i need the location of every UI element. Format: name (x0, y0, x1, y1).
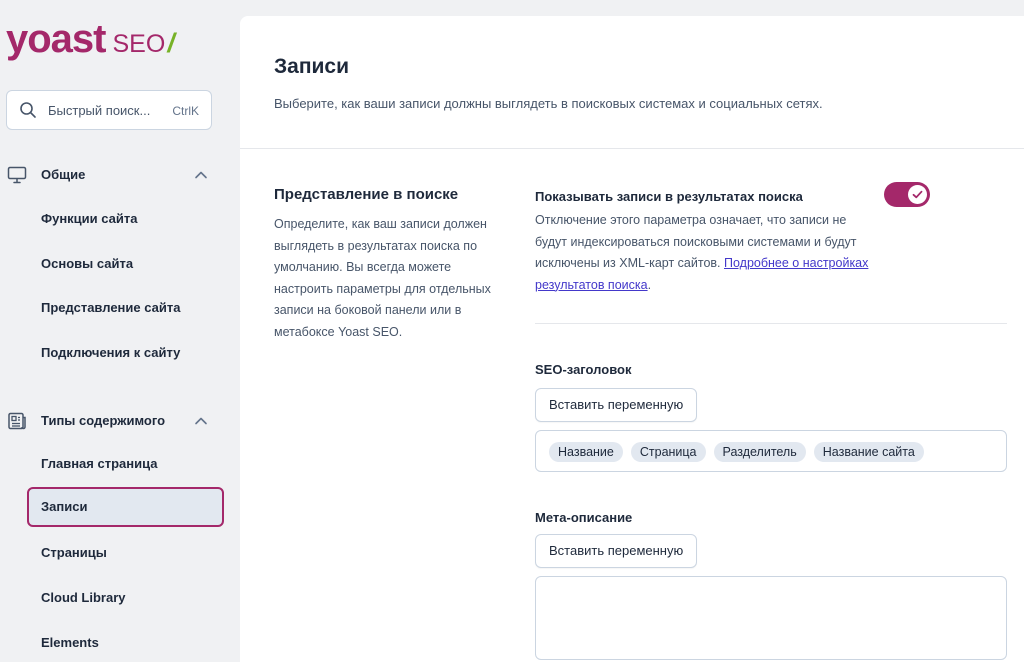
trailing-period: . (647, 277, 652, 292)
sidebar-item-elements[interactable]: Elements (27, 623, 224, 662)
show-in-search-description: Отключение этого параметра означает, что… (535, 210, 870, 296)
section-title: Представление в поиске (274, 186, 459, 203)
sidebar-item-site-basics[interactable]: Основы сайта (27, 244, 224, 284)
sidebar-item-label: Cloud Library (41, 590, 126, 605)
page-subtitle: Выберите, как ваши записи должны выгляде… (274, 96, 823, 111)
show-in-search-label: Показывать записи в результатах поиска (535, 189, 803, 204)
variable-chip[interactable]: Разделитель (713, 442, 806, 462)
seo-title-field[interactable]: Название Страница Разделитель Название с… (535, 430, 1007, 472)
sidebar-item-homepage[interactable]: Главная страница (27, 444, 224, 484)
main-panel: Записи Выберите, как ваши записи должны … (240, 16, 1024, 662)
sidebar-item-label: Подключения к сайту (41, 345, 181, 360)
sidebar-item-label: Главная страница (41, 456, 158, 471)
section-description: Определите, как ваш записи должен выгляд… (274, 217, 491, 339)
sidebar-item-label: Функции сайта (41, 211, 138, 226)
sidebar-item-label: Записи (41, 499, 88, 514)
variable-chip[interactable]: Название (549, 442, 623, 462)
seo-title-insert-variable-button[interactable]: Вставить переменную (535, 388, 698, 422)
nav-group-label: Общие (41, 167, 86, 182)
toggle-knob (908, 185, 927, 204)
page-title: Записи (274, 55, 350, 78)
seo-title-chips: Название Страница Разделитель Название с… (549, 442, 924, 462)
check-icon (912, 190, 923, 199)
sidebar-item-pages[interactable]: Страницы (27, 533, 224, 573)
variable-chip[interactable]: Название сайта (813, 442, 924, 462)
variable-chip[interactable]: Страница (630, 442, 706, 462)
chevron-up-icon[interactable] (194, 168, 208, 182)
seo-title-label: SEO-заголовок (535, 362, 632, 377)
divider (535, 323, 1007, 324)
sidebar-item-site-features[interactable]: Функции сайта (27, 199, 224, 239)
sidebar-item-label: Страницы (41, 545, 107, 560)
sidebar-item-posts[interactable]: Записи (27, 487, 224, 527)
nav-group-label: Типы содержимого (41, 413, 166, 428)
meta-description-insert-variable-button[interactable]: Вставить переменную (535, 534, 698, 568)
desktop-icon (7, 166, 27, 184)
search-shortcut: CtrlK (172, 104, 199, 118)
meta-description-label: Мета-описание (535, 510, 633, 525)
logo-seo-text: SEO (112, 30, 166, 58)
nav-group-general[interactable]: Общие (0, 160, 240, 190)
logo-wordmark: yoast (6, 17, 106, 61)
sidebar-item-label: Основы сайта (41, 256, 134, 271)
search-placeholder: Быстрый поиск... (48, 103, 151, 118)
sidebar-item-site-representation[interactable]: Представление сайта (27, 288, 224, 328)
newspaper-icon (8, 412, 26, 430)
sidebar-item-label: Представление сайта (41, 300, 181, 315)
show-in-search-toggle[interactable] (884, 182, 930, 207)
sidebar: yoast SEO / Быстрый поиск... CtrlK Общие… (0, 0, 240, 662)
search-icon (20, 102, 36, 118)
yoast-seo-logo[interactable]: yoast SEO / (6, 14, 178, 64)
meta-description-field[interactable] (535, 576, 1007, 660)
divider (240, 148, 1024, 149)
nav-group-content-types[interactable]: Типы содержимого (0, 406, 240, 436)
quick-search-input[interactable]: Быстрый поиск... CtrlK (6, 90, 212, 130)
logo-slash: / (165, 28, 179, 58)
chevron-up-icon[interactable] (194, 414, 208, 428)
sidebar-item-cloud-library[interactable]: Cloud Library (27, 578, 224, 618)
sidebar-item-label: Elements (41, 635, 99, 650)
sidebar-item-site-connections[interactable]: Подключения к сайту (27, 333, 224, 373)
